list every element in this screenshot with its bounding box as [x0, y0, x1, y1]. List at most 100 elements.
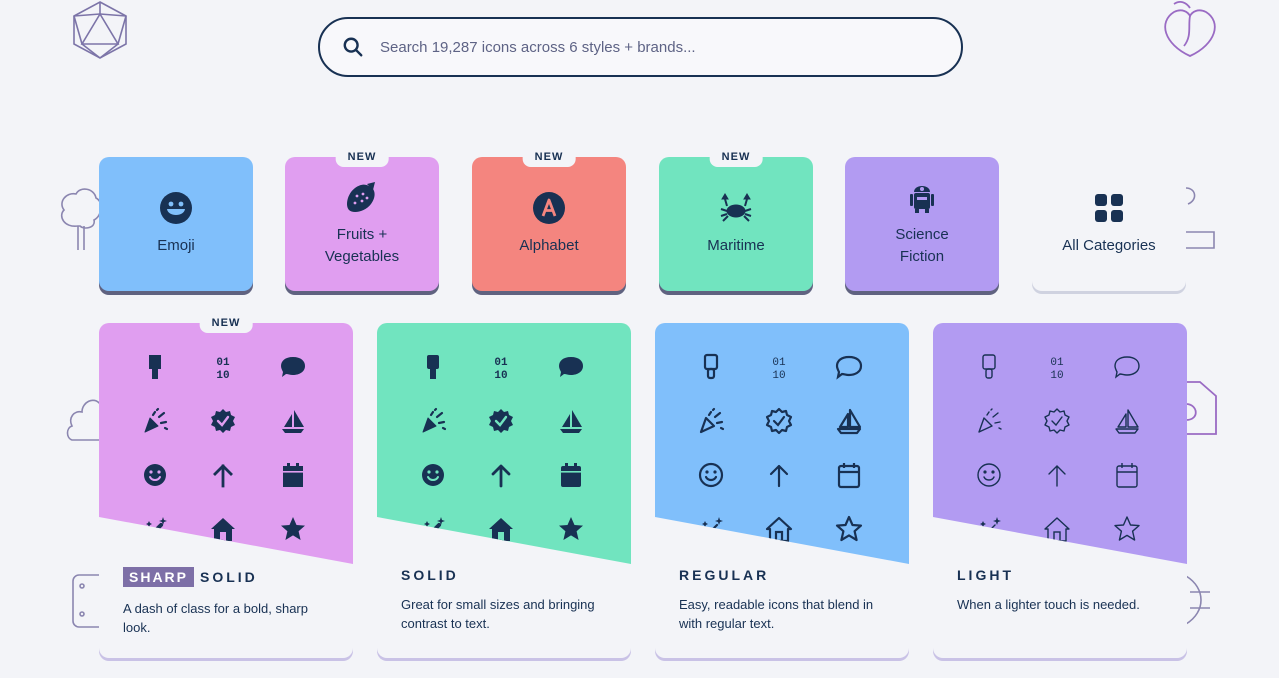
party-horn-icon: [975, 407, 1003, 435]
svg-text:01: 01: [1050, 357, 1064, 369]
style-title-text: SOLID: [401, 567, 459, 583]
magic-wand-icon: [419, 515, 447, 543]
style-card-preview: 01 10: [933, 323, 1187, 564]
category-fruits-vegetables[interactable]: NEW Fruits + Vegetables: [285, 149, 439, 291]
calendar-icon: [1113, 461, 1141, 489]
style-title-text: SOLID: [200, 569, 258, 585]
grid-icon: [1095, 194, 1123, 222]
binary-icon: 01 10: [487, 353, 515, 382]
category-all-categories[interactable]: All Categories: [1032, 157, 1186, 291]
new-badge: NEW: [335, 149, 389, 167]
binary-icon: 01 10: [209, 353, 237, 382]
category-label: Fruits + Vegetables: [324, 226, 400, 265]
star-icon: [557, 515, 585, 543]
calendar-icon: [279, 461, 307, 489]
device-decoration-icon: [70, 572, 102, 632]
magic-wand-icon: [975, 515, 1003, 543]
sailboat-icon: [557, 407, 585, 435]
search-bar[interactable]: [318, 17, 963, 77]
svg-text:10: 10: [1050, 370, 1063, 381]
category-alphabet[interactable]: NEW Alphabet: [472, 149, 626, 291]
calendar-icon: [557, 461, 585, 489]
strawberry-icon: [347, 182, 375, 212]
comment-icon: [1113, 353, 1141, 381]
svg-text:01: 01: [216, 357, 230, 369]
style-title-text: REGULAR: [679, 567, 770, 583]
new-badge: NEW: [199, 315, 253, 333]
svg-text:10: 10: [216, 370, 229, 381]
style-title: REGULAR: [679, 567, 889, 583]
house-icon: [209, 515, 237, 543]
smile-icon: [975, 461, 1003, 489]
smile-icon: [141, 461, 169, 489]
svg-text:10: 10: [494, 370, 507, 381]
icosahedron-decoration-icon: [70, 0, 130, 60]
category-science-fiction[interactable]: Science Fiction: [845, 157, 999, 291]
sharp-tag: SHARP: [123, 567, 195, 587]
svg-text:10: 10: [772, 370, 785, 381]
category-maritime[interactable]: NEW Maritime: [659, 149, 813, 291]
category-label: Emoji: [157, 237, 195, 254]
cloud-decoration-icon: [66, 378, 102, 442]
crab-icon: [720, 193, 752, 222]
paintbrush-icon: [419, 353, 447, 381]
badge-check-icon: [487, 407, 515, 435]
star-icon: [279, 515, 307, 543]
house-icon: [487, 515, 515, 543]
magic-wand-icon: [141, 515, 169, 543]
calendar-icon: [835, 461, 863, 489]
comment-icon: [279, 353, 307, 381]
style-card-sharp[interactable]: NEW 01 10 SHARP SOLID A dash of class for a b…: [99, 315, 353, 658]
binary-icon: 01 10: [765, 353, 793, 382]
badge-check-icon: [1043, 407, 1071, 435]
arrow-up-icon: [209, 461, 237, 489]
category-label: Maritime: [707, 237, 765, 254]
style-card-preview: 01 10: [377, 323, 631, 564]
puzzle-decoration-icon: [1186, 186, 1218, 252]
house-icon: [1043, 515, 1071, 543]
style-card-preview: 01 10: [99, 323, 353, 564]
peach-decoration-icon: [1156, 0, 1224, 60]
paintbrush-icon: [975, 353, 1003, 381]
house-icon: [765, 515, 793, 543]
party-horn-icon: [419, 407, 447, 435]
binary-icon: 01 10: [1043, 353, 1071, 382]
dna-decoration-icon: [1186, 572, 1216, 638]
sailboat-icon: [1113, 407, 1141, 435]
style-title-text: LIGHT: [957, 567, 1014, 583]
comment-icon: [835, 353, 863, 381]
smile-icon: [697, 461, 725, 489]
style-description: When a lighter touch is needed.: [957, 597, 1140, 612]
svg-text:01: 01: [772, 357, 786, 369]
style-card-light[interactable]: 01 10 LIGHT When a lighter touch is needed.: [933, 323, 1187, 658]
category-emoji[interactable]: Emoji: [99, 157, 253, 291]
style-card-solid[interactable]: 01 10 SOLID Great for small sizes and bring…: [377, 323, 631, 658]
magic-wand-icon: [697, 515, 725, 543]
sailboat-icon: [279, 407, 307, 435]
search-icon: [343, 37, 363, 57]
search-input[interactable]: [378, 37, 961, 57]
style-card-regular[interactable]: 01 10 REGULAR Easy, readable icons that ble…: [655, 323, 909, 658]
comment-icon: [557, 353, 585, 381]
party-horn-icon: [697, 407, 725, 435]
category-label: Science Fiction: [895, 226, 949, 265]
star-icon: [835, 515, 863, 543]
sailboat-icon: [835, 407, 863, 435]
category-label: All Categories: [1062, 237, 1156, 254]
tree-decoration-icon: [58, 186, 102, 252]
style-description: A dash of class for a bold, sharp look.: [123, 601, 308, 635]
svg-text:01: 01: [494, 357, 508, 369]
smile-icon: [419, 461, 447, 489]
party-horn-icon: [141, 407, 169, 435]
style-description: Easy, readable icons that blend in with …: [679, 597, 874, 631]
paintbrush-icon: [141, 353, 169, 381]
box-decoration-icon: [1186, 380, 1220, 438]
style-card-preview: 01 10: [655, 323, 909, 564]
badge-check-icon: [765, 407, 793, 435]
arrow-up-icon: [1043, 461, 1071, 489]
style-title: SHARP SOLID: [123, 567, 333, 587]
style-description: Great for small sizes and bringing contr…: [401, 597, 595, 631]
style-title: SOLID: [401, 567, 611, 583]
letter-a-circle-icon: [533, 192, 565, 224]
arrow-up-icon: [765, 461, 793, 489]
